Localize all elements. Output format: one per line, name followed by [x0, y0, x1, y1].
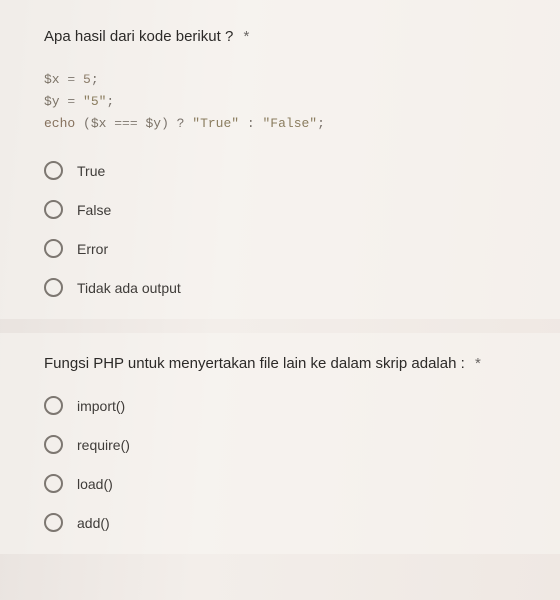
code-line-1: $x = 5;: [44, 69, 516, 91]
option-label: Error: [77, 241, 108, 257]
option-true[interactable]: True: [44, 161, 516, 180]
option-label: load(): [77, 476, 113, 492]
option-label: True: [77, 163, 105, 179]
options-group-2: import() require() load() add(): [44, 396, 516, 532]
options-group-1: True False Error Tidak ada output: [44, 161, 516, 297]
option-label: Tidak ada output: [77, 280, 181, 296]
option-false[interactable]: False: [44, 200, 516, 219]
radio-icon: [44, 278, 63, 297]
option-load[interactable]: load(): [44, 474, 516, 493]
radio-icon: [44, 396, 63, 415]
radio-icon: [44, 435, 63, 454]
code-line-3: echo ($x === $y) ? "True" : "False";: [44, 113, 516, 135]
option-error[interactable]: Error: [44, 239, 516, 258]
code-block: $x = 5; $y = "5"; echo ($x === $y) ? "Tr…: [44, 69, 516, 135]
question-card-1: Apa hasil dari kode berikut ? * $x = 5; …: [0, 0, 560, 319]
radio-icon: [44, 200, 63, 219]
option-add[interactable]: add(): [44, 513, 516, 532]
radio-icon: [44, 239, 63, 258]
question-card-2: Fungsi PHP untuk menyertakan file lain k…: [0, 333, 560, 554]
option-import[interactable]: import(): [44, 396, 516, 415]
question-text: Fungsi PHP untuk menyertakan file lain k…: [44, 355, 465, 372]
option-label: import(): [77, 398, 125, 414]
question-text: Apa hasil dari kode berikut ?: [44, 28, 233, 45]
question-title: Fungsi PHP untuk menyertakan file lain k…: [44, 353, 516, 374]
option-label: add(): [77, 515, 110, 531]
radio-icon: [44, 161, 63, 180]
option-label: False: [77, 202, 111, 218]
option-label: require(): [77, 437, 130, 453]
form-page: Apa hasil dari kode berikut ? * $x = 5; …: [0, 0, 560, 600]
option-no-output[interactable]: Tidak ada output: [44, 278, 516, 297]
code-line-2: $y = "5";: [44, 91, 516, 113]
required-mark: *: [475, 355, 481, 372]
option-require[interactable]: require(): [44, 435, 516, 454]
required-mark: *: [243, 28, 249, 45]
radio-icon: [44, 474, 63, 493]
question-title: Apa hasil dari kode berikut ? *: [44, 26, 516, 47]
radio-icon: [44, 513, 63, 532]
